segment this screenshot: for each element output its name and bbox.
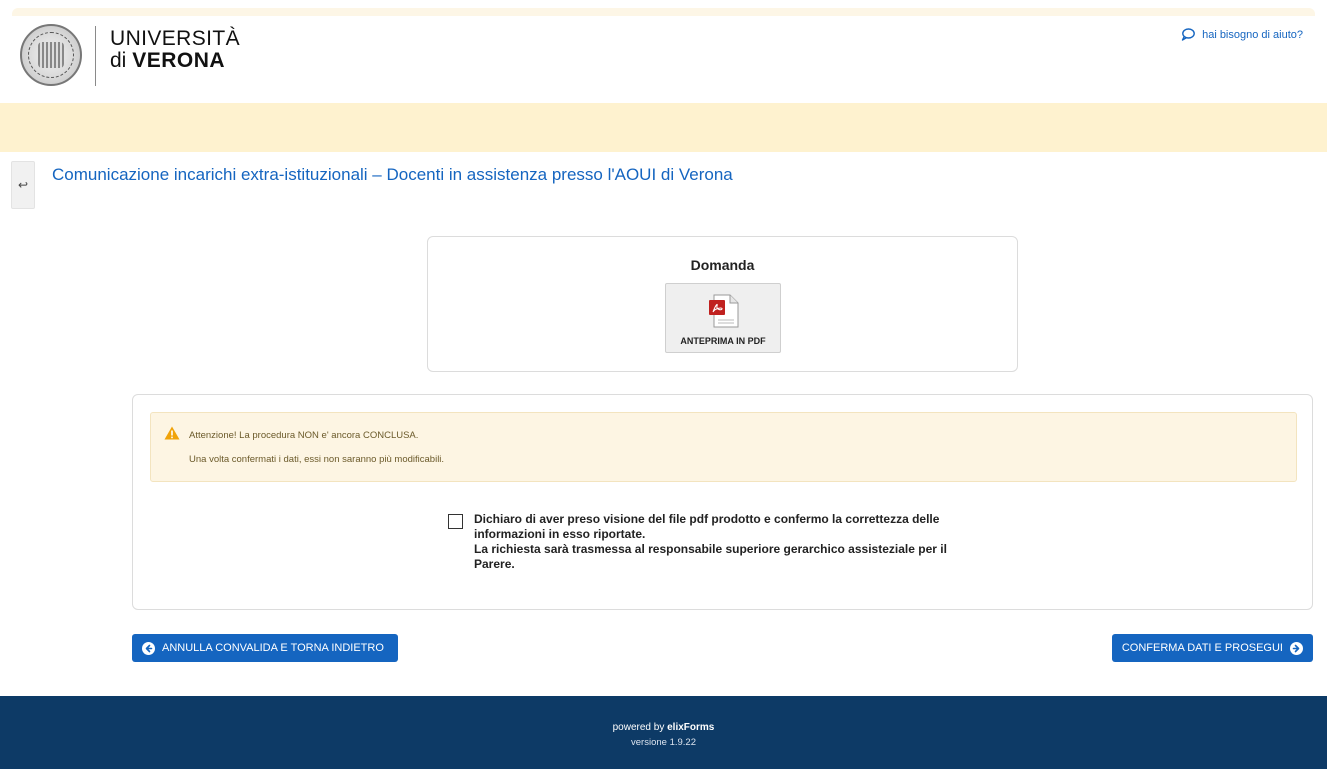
- pdf-preview-label: ANTEPRIMA IN PDF: [680, 336, 766, 346]
- warning-line2: Una volta confermati i dati, essi non sa…: [189, 454, 445, 465]
- university-seal-logo[interactable]: [20, 24, 82, 86]
- warning-triangle-icon: [164, 426, 180, 440]
- speech-bubble-icon: [1181, 28, 1195, 41]
- confirmation-panel: Attenzione! La procedura NON e' ancora C…: [132, 394, 1313, 610]
- logo-divider: [95, 26, 96, 86]
- confirm-proceed-button[interactable]: CONFERMA DATI E PROSEGUI: [1112, 634, 1313, 662]
- cancel-validation-button[interactable]: ANNULLA CONVALIDA E TORNA INDIETRO: [132, 634, 398, 662]
- seal-core: [38, 42, 64, 68]
- warning-alert: Attenzione! La procedura NON e' ancora C…: [150, 412, 1297, 482]
- consent-label[interactable]: Dichiaro di aver preso visione del file …: [474, 512, 984, 572]
- pdf-file-icon: [709, 294, 739, 328]
- consent-line1: Dichiaro di aver preso visione del file …: [474, 512, 940, 541]
- confirm-proceed-label: CONFERMA DATI E PROSEGUI: [1121, 642, 1283, 654]
- arrow-left-icon: ↩: [17, 178, 29, 192]
- help-link-label: hai bisogno di aiuto?: [1202, 28, 1303, 41]
- cancel-validation-label: ANNULLA CONVALIDA E TORNA INDIETRO: [162, 642, 384, 654]
- circle-arrow-left-icon: [142, 641, 155, 655]
- page-title: Comunicazione incarichi extra-istituzion…: [52, 165, 733, 184]
- site-footer: powered by elixForms versione 1.9.22: [0, 696, 1327, 769]
- back-button[interactable]: ↩: [11, 161, 35, 209]
- university-wordmark[interactable]: UNIVERSITÀ di VERONA: [110, 28, 240, 71]
- warning-line1: Attenzione! La procedura NON e' ancora C…: [189, 430, 419, 441]
- pdf-preview-button[interactable]: ANTEPRIMA IN PDF: [665, 283, 781, 353]
- site-header: UNIVERSITÀ di VERONA hai bisogno di aiut…: [0, 16, 1327, 103]
- powered-brand[interactable]: elixForms: [667, 722, 714, 733]
- notice-band: [0, 103, 1327, 152]
- wordmark-line1: UNIVERSITÀ: [110, 27, 241, 50]
- wordmark-line2: di VERONA: [110, 49, 226, 72]
- top-strip-inner: [12, 8, 1315, 16]
- top-strip: [0, 0, 1327, 16]
- version-text: versione 1.9.22: [631, 737, 696, 748]
- consent-line2: La richiesta sarà trasmessa al responsab…: [474, 542, 947, 571]
- document-card: Domanda ANTEPRIMA IN PDF: [427, 236, 1018, 372]
- circle-arrow-right-icon: [1290, 641, 1303, 655]
- consent-checkbox[interactable]: [448, 514, 463, 529]
- help-link[interactable]: hai bisogno di aiuto?: [1181, 28, 1303, 41]
- powered-by: powered by elixForms: [612, 722, 715, 733]
- consent-row: Dichiaro di aver preso visione del file …: [448, 512, 984, 572]
- document-title: Domanda: [690, 257, 755, 273]
